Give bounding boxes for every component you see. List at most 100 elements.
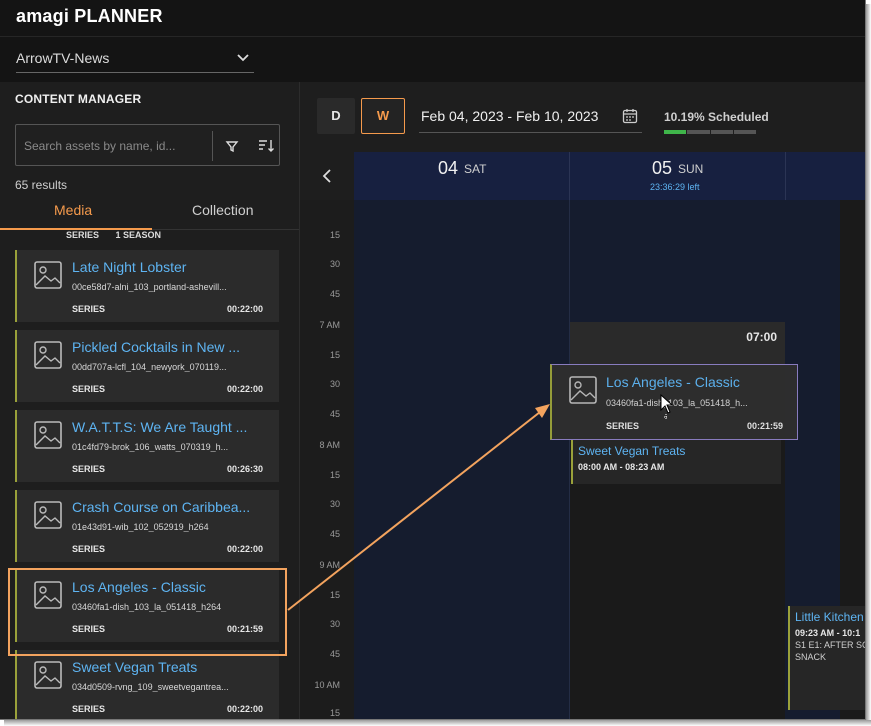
date-range-underline [419, 132, 642, 133]
channel-select[interactable]: ArrowTV-News [16, 45, 254, 73]
logo-product: PLANNER [74, 6, 163, 26]
item-type: SERIES [72, 544, 106, 554]
date-range[interactable]: Feb 04, 2023 - Feb 10, 2023 [421, 108, 598, 124]
day-header-next [786, 152, 865, 200]
item-id: 01c4fd79-brok_106_watts_070319_h... [72, 442, 229, 452]
logo-brand: amagi [16, 6, 70, 26]
content-manager-title: CONTENT MANAGER [15, 92, 142, 106]
search-box [15, 124, 280, 166]
time-label: 15 [329, 708, 340, 718]
event-time: 08:00 AM - 08:23 AM [578, 462, 665, 472]
drag-duration: 00:21:59 [746, 421, 783, 431]
item-title: Pickled Cocktails in New ... [72, 339, 241, 355]
results-count: 65 results [15, 178, 68, 192]
image-placeholder-icon [34, 261, 62, 289]
partial-list-item: SERIES 1 SEASON [66, 230, 175, 240]
drag-title: Los Angeles - Classic [606, 374, 740, 390]
event-episode: S1 E1: AFTER SC [795, 640, 866, 650]
filter-icon[interactable] [222, 136, 242, 156]
search-divider [212, 131, 213, 161]
time-axis: 15 30 45 7 AM 15 30 45 8 AM 15 30 45 9 A… [300, 200, 354, 719]
schedule-grid[interactable]: 07:00 Sweet Vegan Treats 08:00 AM - 08:2… [354, 200, 866, 719]
time-label: 45 [329, 289, 340, 299]
event-title: Sweet Vegan Treats [578, 444, 686, 458]
list-item[interactable]: Pickled Cocktails in New ... 00dd707a-lc… [15, 330, 279, 402]
item-title: Late Night Lobster [72, 259, 187, 275]
block-start-time: 07:00 [746, 330, 777, 344]
partial-item-type: SERIES [66, 230, 100, 240]
list-item[interactable]: W.A.T.T.S: We Are Taught ... 01c4fd79-br… [15, 410, 279, 482]
time-label: 30 [329, 259, 340, 269]
item-id: 00ce58d7-alni_103_portland-ashevill... [72, 282, 227, 292]
drag-id: 03460fa1-dish_103_la_051418_h... [606, 398, 748, 408]
list-item[interactable]: Late Night Lobster 00ce58d7-alni_103_por… [15, 250, 279, 322]
event-episode-cont: SNACK [795, 652, 827, 662]
move-cursor-icon [660, 394, 674, 419]
item-type: SERIES [72, 704, 106, 714]
time-label: 45 [329, 409, 340, 419]
item-title: Sweet Vegan Treats [72, 659, 198, 675]
item-duration: 00:26:30 [226, 464, 263, 474]
item-duration: 00:22:00 [226, 304, 263, 314]
item-duration: 00:22:00 [226, 704, 263, 714]
time-left: 23:36:29 left [650, 182, 700, 192]
search-input[interactable] [24, 136, 204, 156]
scheduled-progress [664, 130, 756, 134]
image-placeholder-icon [34, 661, 62, 689]
media-tabs: Media Collection [0, 194, 299, 230]
planner-toolbar: D W Feb 04, 2023 - Feb 10, 2023 10.19% S… [300, 82, 865, 152]
channel-bar: ArrowTV-News [0, 36, 865, 82]
time-label: 30 [329, 379, 340, 389]
tab-collection[interactable]: Collection [192, 202, 253, 218]
list-item[interactable]: Sweet Vegan Treats 034d0509-rvng_109_swe… [15, 650, 279, 719]
day-name: SAT [464, 162, 487, 176]
image-placeholder-icon [34, 421, 62, 449]
calendar-icon[interactable] [622, 108, 638, 124]
item-id: 01e43d91-wib_102_052919_h264 [72, 522, 209, 532]
window-shadow-right [866, 4, 871, 726]
image-placeholder-icon [569, 376, 597, 404]
day-number: 04 [438, 158, 459, 178]
prev-week-button[interactable] [300, 152, 354, 200]
progress-segment [733, 130, 756, 134]
item-title: W.A.T.T.S: We Are Taught ... [72, 419, 248, 435]
time-label: 15 [329, 470, 340, 480]
list-item[interactable]: Crash Course on Caribbea... 01e43d91-wib… [15, 490, 279, 562]
item-duration: 00:22:00 [226, 384, 263, 394]
sort-icon[interactable] [258, 138, 274, 154]
progress-segment [710, 130, 733, 134]
event-sweet-vegan-treats[interactable]: Sweet Vegan Treats 08:00 AM - 08:23 AM [571, 440, 781, 484]
time-label: 9 AM [319, 560, 340, 570]
app-logo: amagi PLANNER [16, 6, 163, 27]
scheduled-percent: 10.19% Scheduled [664, 110, 769, 124]
progress-segment [687, 130, 710, 134]
event-time: 09:23 AM - 10:1 [795, 628, 861, 638]
time-label: 30 [329, 499, 340, 509]
image-placeholder-icon [34, 501, 62, 529]
time-label: 45 [329, 649, 340, 659]
item-duration: 00:22:00 [226, 544, 263, 554]
item-type: SERIES [72, 304, 106, 314]
scheduled-block-header: 07:00 [570, 322, 785, 366]
item-id: 00dd707a-lcfl_104_newyork_070119... [72, 362, 227, 372]
day-view-button[interactable]: D [317, 98, 355, 134]
day-header-sun: 05 SUN 23:36:29 left [570, 152, 786, 200]
time-label: 15 [329, 590, 340, 600]
window-shadow-bottom [4, 720, 871, 726]
day-header-sat: 04 SAT [354, 152, 570, 200]
time-label: 10 AM [314, 680, 340, 690]
time-label: 7 AM [319, 320, 340, 330]
tab-media[interactable]: Media [54, 202, 92, 218]
time-label: 15 [329, 230, 340, 240]
image-placeholder-icon [34, 341, 62, 369]
item-title: Crash Course on Caribbea... [72, 499, 251, 515]
event-little-kitchen[interactable]: Little Kitchen 09:23 AM - 10:1 S1 E1: AF… [788, 606, 866, 710]
drag-type: SERIES [606, 421, 640, 431]
day-number: 05 [652, 158, 673, 178]
week-view-button[interactable]: W [361, 98, 405, 134]
day-name: SUN [678, 162, 704, 176]
progress-segment [664, 130, 687, 134]
chevron-left-icon [322, 169, 331, 183]
chevron-down-icon [237, 54, 249, 62]
item-type: SERIES [72, 464, 106, 474]
